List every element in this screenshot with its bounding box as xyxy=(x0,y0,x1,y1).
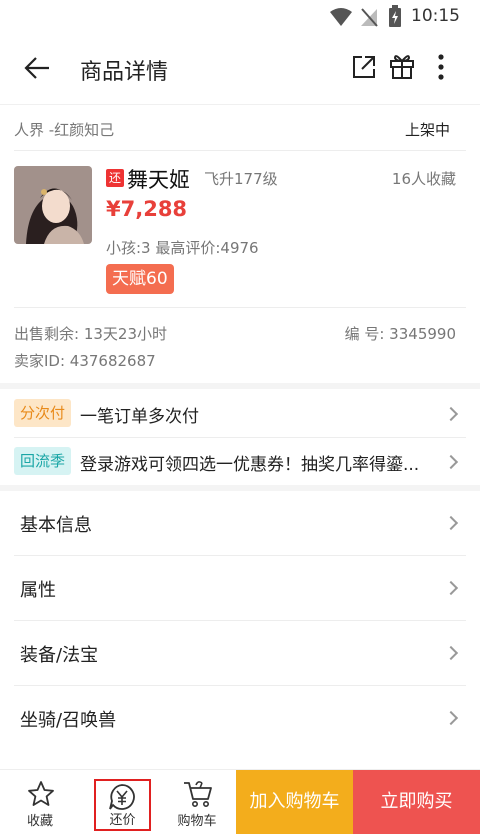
promo-return-season[interactable]: 回流季 登录游戏可领四选一优惠券！抽奖几率得鎏... xyxy=(0,437,480,485)
section-label: 装备/法宝 xyxy=(20,645,99,666)
chevron-right-icon xyxy=(443,454,459,470)
price: ¥7,288 xyxy=(106,197,188,221)
character-name: 舞天姬 xyxy=(127,168,190,192)
bargain-yuan-icon xyxy=(109,784,135,810)
status-time: 10:15 xyxy=(411,6,460,26)
bargain-tag: 还 xyxy=(106,169,124,187)
character-avatar xyxy=(14,166,92,244)
share-icon[interactable] xyxy=(351,54,377,80)
promo-installment[interactable]: 分次付 一笔订单多次付 xyxy=(0,389,480,437)
section-basic-info[interactable]: 基本信息 xyxy=(0,491,480,555)
cart-label: 购物车 xyxy=(177,814,217,829)
no-signal-icon xyxy=(361,8,378,27)
bargain-button[interactable]: 还价 xyxy=(94,779,151,831)
add-to-cart-button[interactable]: 加入购物车 xyxy=(236,770,353,834)
wifi-icon xyxy=(330,8,352,26)
chevron-right-icon xyxy=(443,515,459,531)
top-bar: 商品详情 xyxy=(0,34,480,102)
favorite-count: 16人收藏 xyxy=(391,170,456,188)
promo-tag: 回流季 xyxy=(14,447,72,475)
back-arrow-icon[interactable] xyxy=(24,56,50,80)
promo-tag: 分次付 xyxy=(14,399,72,427)
chevron-right-icon xyxy=(443,710,459,726)
gift-icon[interactable] xyxy=(389,52,415,80)
sale-remaining: 出售剩余: 13天23小时 xyxy=(14,325,167,343)
divider xyxy=(14,307,466,308)
character-level: 飞升177级 xyxy=(204,170,278,188)
more-icon[interactable] xyxy=(436,54,446,80)
talent-badge: 天赋60 xyxy=(106,264,174,294)
favorite-label: 收藏 xyxy=(26,814,53,829)
seller-id: 卖家ID: 437682687 xyxy=(14,352,156,370)
cart-button[interactable]: 购物车 xyxy=(162,770,232,834)
bottom-action-bar: 收藏 还价 购物车 加入购物车 立即购买 xyxy=(0,769,480,834)
status-bar: 10:15 xyxy=(0,0,480,34)
section-label: 基本信息 xyxy=(20,515,92,536)
cart-icon xyxy=(184,781,212,807)
section-label: 坐骑/召唤兽 xyxy=(20,710,117,731)
promo-text: 一笔订单多次付 xyxy=(80,407,199,427)
chevron-right-icon xyxy=(443,645,459,661)
server-row: 人界 -红颜知己 上架中 xyxy=(0,104,480,150)
battery-icon xyxy=(389,5,401,27)
item-number: 编 号: 3345990 xyxy=(344,325,456,343)
promo-text: 登录游戏可领四选一优惠券！抽奖几率得鎏... xyxy=(80,455,420,475)
buy-now-button[interactable]: 立即购买 xyxy=(353,770,480,834)
divider xyxy=(14,150,466,151)
page-title: 商品详情 xyxy=(80,60,169,85)
server-name: 人界 -红颜知己 xyxy=(14,121,115,139)
chevron-right-icon xyxy=(443,406,459,422)
character-meta: 小孩:3 最高评价:4976 xyxy=(106,239,259,257)
chevron-right-icon xyxy=(443,580,459,596)
star-icon xyxy=(28,781,54,806)
listing-status: 上架中 xyxy=(404,121,450,139)
favorite-button[interactable]: 收藏 xyxy=(5,770,75,834)
section-equipment[interactable]: 装备/法宝 xyxy=(0,621,480,685)
section-attributes[interactable]: 属性 xyxy=(0,556,480,620)
section-label: 属性 xyxy=(20,580,56,601)
bargain-label: 还价 xyxy=(109,813,136,828)
section-mounts-pets[interactable]: 坐骑/召唤兽 xyxy=(0,686,480,750)
